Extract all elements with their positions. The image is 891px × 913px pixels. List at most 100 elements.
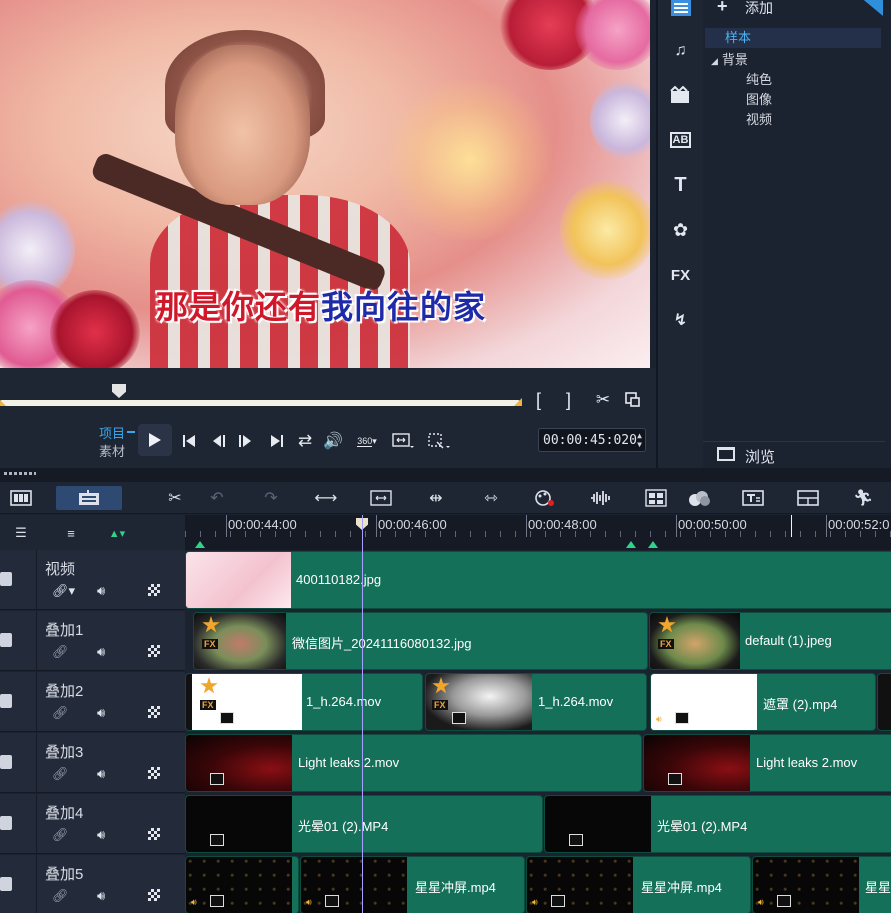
timeline-clip[interactable]: FX default (1).jpeg	[649, 612, 891, 670]
transparency-icon[interactable]	[148, 584, 160, 596]
tree-item-image[interactable]: 图像	[746, 89, 772, 108]
timeline-clip[interactable]: 🔊︎	[185, 856, 299, 913]
track-lane-overlay2[interactable]: FX 1_h.264.mov FX 1_h.264.mov 🔊︎ 遮罩 (2).…	[185, 672, 891, 733]
timeline-clip[interactable]: 🔊︎ 遮罩 (2).mp4	[650, 673, 876, 731]
mode-project-label[interactable]: 项目	[99, 423, 136, 442]
path-icon[interactable]: ↯	[658, 305, 703, 335]
track-lane-overlay1[interactable]: FX 微信图片_20241116080132.jpg FX default (1…	[185, 611, 891, 672]
track-header-overlay1[interactable]: 叠加1 🔗︎ 🔊︎	[0, 611, 185, 671]
audio-icon[interactable]	[586, 486, 616, 510]
repeat-icon[interactable]: ⇄	[292, 428, 318, 454]
timeline-clip[interactable]	[877, 673, 891, 731]
link-icon[interactable]: 🔗︎	[52, 827, 69, 843]
volume-icon[interactable]: 🔊︎	[97, 888, 105, 904]
snapshot-icon[interactable]	[620, 387, 646, 413]
playhead-line[interactable]	[362, 515, 363, 913]
marker-dropdown-icon[interactable]: ▲▾	[102, 521, 132, 545]
transparency-icon[interactable]	[148, 706, 160, 718]
timeline-clip[interactable]: FX 1_h.264.mov	[425, 673, 647, 731]
timeline-clip[interactable]: FX 微信图片_20241116080132.jpg	[193, 612, 648, 670]
tree-item-solid-color[interactable]: 纯色	[746, 69, 772, 88]
cut-icon[interactable]: ✂	[590, 387, 616, 413]
transparency-icon[interactable]	[148, 645, 160, 657]
music-icon[interactable]: ♫	[658, 36, 703, 66]
volume-icon[interactable]: 🔊︎	[97, 644, 105, 660]
transparency-icon[interactable]	[148, 828, 160, 840]
multicam-icon[interactable]	[641, 486, 671, 510]
link-icon[interactable]: 🔗︎	[52, 766, 69, 782]
track-lane-overlay5[interactable]: 🔊︎ 🔊︎ 星星冲屏.mp4 🔊︎ 星星冲屏.mp4 🔊︎ 星星	[185, 855, 891, 913]
crop-icon[interactable]	[424, 428, 454, 454]
timecode-spinner[interactable]: ▲ ▼	[637, 431, 642, 449]
storyboard-view-icon[interactable]	[6, 486, 36, 510]
blend-icon[interactable]	[684, 486, 714, 510]
timeline-clip[interactable]: 🔊︎ 星星冲屏.mp4	[526, 856, 751, 913]
scrubber-thumb[interactable]	[112, 384, 126, 398]
link-icon[interactable]: 🔗︎	[52, 705, 69, 721]
timeline-clip[interactable]: 🔊︎ 星星冲屏.mp4	[300, 856, 525, 913]
graphics-icon[interactable]: ✿	[658, 215, 703, 245]
scrubber-track[interactable]	[0, 398, 522, 406]
text-icon[interactable]: T	[658, 170, 703, 200]
track-header-overlay2[interactable]: 叠加2 🔗︎ 🔊︎	[0, 672, 185, 732]
tools-icon[interactable]: ✂	[160, 486, 190, 510]
volume-icon[interactable]: 🔊︎	[97, 705, 105, 721]
go-start-icon[interactable]	[176, 428, 202, 454]
timeline-clip[interactable]: Light leaks 2.mov	[185, 734, 642, 792]
chapter-marker[interactable]	[626, 541, 636, 548]
link-icon[interactable]: 🔗︎	[52, 644, 69, 660]
transparency-icon[interactable]	[148, 889, 160, 901]
tree-item-video[interactable]: 视频	[746, 109, 772, 128]
add-track-icon[interactable]: ≡	[56, 521, 86, 545]
timeline-ruler[interactable]: 00:00:44:00 00:00:46:00 00:00:48:00 00:0…	[185, 515, 891, 550]
title-tool-icon[interactable]	[738, 486, 768, 510]
undo-icon[interactable]: ↶	[202, 486, 232, 510]
browse-button[interactable]: 浏览	[703, 441, 885, 468]
track-header-overlay5[interactable]: 叠加5 🔗︎ 🔊︎	[0, 855, 185, 913]
timeline-clip[interactable]: FX 1_h.264.mov	[185, 673, 423, 731]
mark-in-button[interactable]: [	[536, 390, 541, 411]
360-icon[interactable]: 360 ▾	[350, 428, 384, 454]
volume-icon[interactable]: 🔊︎	[97, 766, 105, 782]
stretch-icon[interactable]: ⇿	[476, 486, 506, 510]
track-header-overlay3[interactable]: 叠加3 🔗︎ 🔊︎	[0, 733, 185, 793]
next-frame-icon[interactable]	[232, 428, 258, 454]
mode-clip-label[interactable]: 素材	[99, 441, 125, 460]
track-lane-overlay4[interactable]: 光晕01 (2).MP4 光晕01 (2).MP4	[185, 794, 891, 855]
link-icon[interactable]: 🔗︎	[52, 888, 69, 904]
preview-window[interactable]: 那是你还有我向往的家	[0, 0, 650, 368]
add-folder-button[interactable]: + 添加	[703, 0, 891, 20]
timeline-clip[interactable]: 400110182.jpg	[185, 551, 891, 609]
resize-icon[interactable]	[388, 428, 418, 454]
volume-icon[interactable]: 🔊	[320, 428, 346, 454]
volume-icon[interactable]: 🔊︎	[97, 583, 105, 599]
transition-icon[interactable]	[658, 80, 703, 110]
chapter-marker[interactable]	[648, 541, 658, 548]
volume-icon[interactable]: 🔊︎	[97, 827, 105, 843]
timeline-clip[interactable]: Light leaks 2.mov	[643, 734, 891, 792]
track-header-video[interactable]: 视频 🔗︎▾ 🔊︎	[0, 550, 185, 610]
trim-end-marker[interactable]	[514, 398, 522, 406]
motion-icon[interactable]: 🏃︎	[848, 486, 878, 510]
split-icon[interactable]: ⇹	[421, 486, 451, 510]
track-manager-icon[interactable]: ☰	[6, 521, 36, 545]
media-icon[interactable]	[658, 0, 703, 22]
chapter-marker[interactable]	[195, 541, 205, 548]
title-icon[interactable]: AB	[658, 125, 703, 155]
tree-item-background[interactable]: ◢ 背景	[711, 49, 748, 68]
timeline-clip[interactable]: 光晕01 (2).MP4	[185, 795, 543, 853]
split-screen-icon[interactable]	[793, 486, 823, 510]
link-icon[interactable]: 🔗︎▾	[52, 583, 75, 599]
panel-splitter[interactable]	[0, 468, 891, 482]
timeline-clip[interactable]: 光晕01 (2).MP4	[544, 795, 891, 853]
transparency-icon[interactable]	[148, 767, 160, 779]
track-lane-overlay3[interactable]: Light leaks 2.mov Light leaks 2.mov	[185, 733, 891, 794]
track-header-overlay4[interactable]: 叠加4 🔗︎ 🔊︎	[0, 794, 185, 854]
redo-icon[interactable]: ↷	[256, 486, 286, 510]
fit-icon[interactable]: ⟷	[311, 486, 341, 510]
tree-item-sample[interactable]: 样本	[705, 28, 881, 48]
prev-frame-icon[interactable]	[206, 428, 232, 454]
crop-tool-icon[interactable]	[366, 486, 396, 510]
expand-icon[interactable]: ◢	[711, 56, 718, 66]
trim-start-marker[interactable]	[0, 398, 6, 406]
